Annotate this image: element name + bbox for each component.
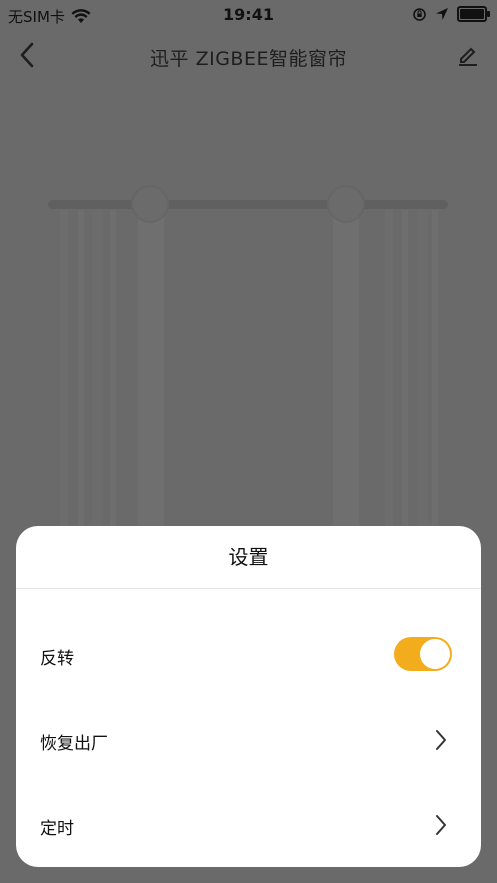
- curtain-illustration: [0, 82, 497, 526]
- status-right: [412, 6, 490, 22]
- location-arrow-icon: [436, 8, 448, 20]
- chevron-right-icon: [436, 815, 446, 835]
- orientation-lock-icon: [413, 7, 426, 21]
- nav-bar: 迅平 ZIGBEE智能窗帘: [0, 30, 497, 82]
- sheet-title: 设置: [16, 526, 481, 589]
- edit-button[interactable]: [451, 38, 485, 72]
- curtain-graphic: [48, 185, 448, 526]
- battery-icon: [457, 6, 490, 22]
- status-bar: 无SIM卡 19:41: [0, 0, 497, 30]
- toggle-knob: [420, 639, 450, 669]
- settings-sheet: 设置 反转 恢复出厂 定时: [16, 526, 481, 867]
- pencil-icon: [459, 47, 477, 66]
- reverse-toggle[interactable]: [394, 637, 452, 671]
- row-reverse[interactable]: 反转: [16, 626, 481, 686]
- chevron-right-icon: [436, 730, 446, 750]
- row-timer-label: 定时: [40, 819, 74, 839]
- row-timer[interactable]: 定时: [16, 796, 481, 856]
- row-factory-reset[interactable]: 恢复出厂: [16, 711, 481, 771]
- row-factory-reset-label: 恢复出厂: [40, 734, 108, 754]
- page-title: 迅平 ZIGBEE智能窗帘: [150, 48, 347, 70]
- row-reverse-label: 反转: [40, 649, 74, 669]
